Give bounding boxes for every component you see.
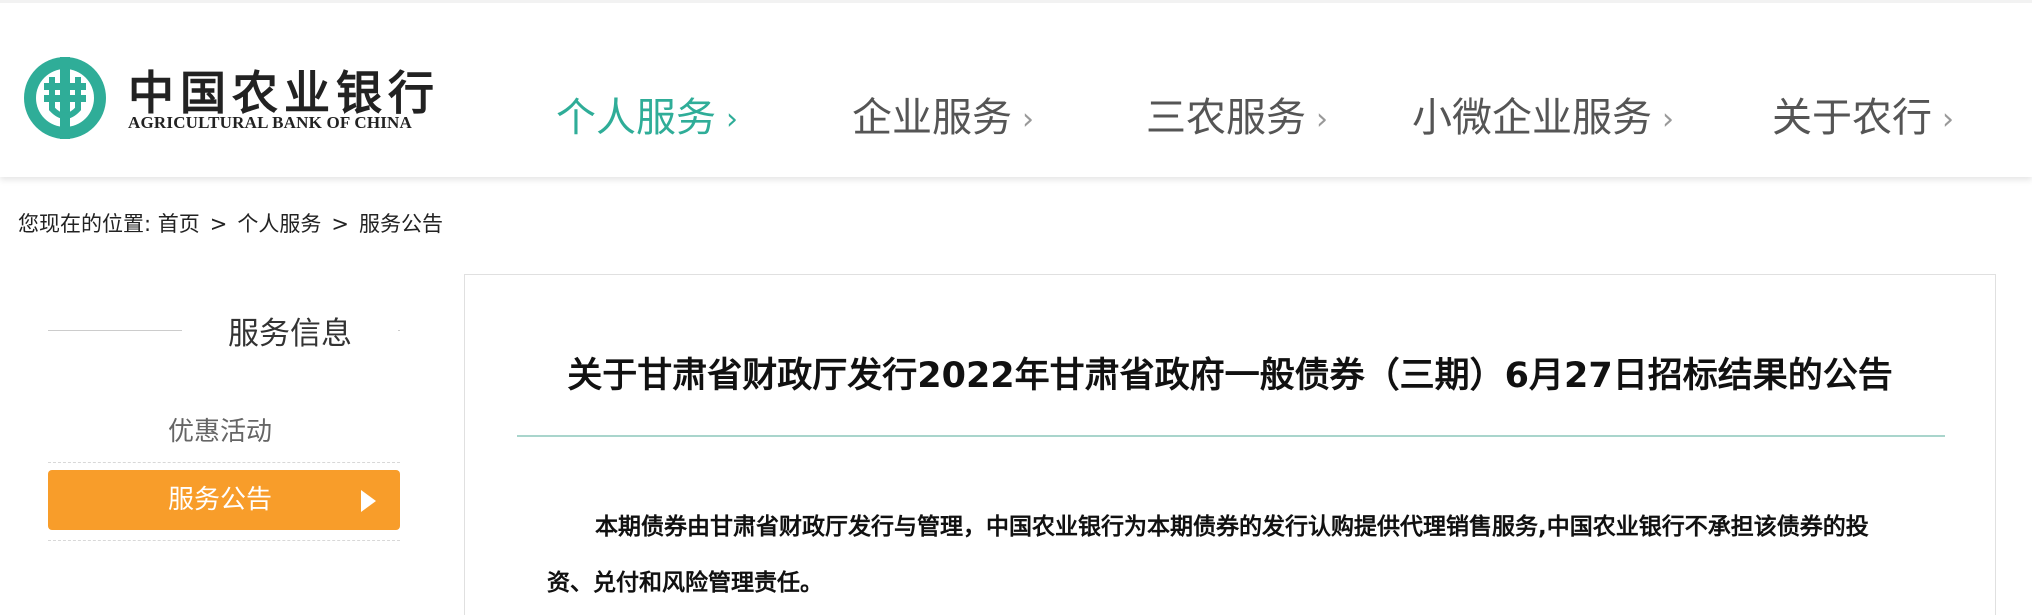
bank-logo[interactable]: 中国农业银行 AGRICULTURAL BANK OF CHINA	[20, 51, 460, 141]
divider	[48, 330, 182, 331]
play-arrow-icon	[361, 490, 376, 512]
nav-label: 小微企业服务	[1412, 95, 1652, 141]
title-divider	[517, 435, 1945, 437]
abc-logo-icon	[24, 57, 106, 139]
article-panel: 关于甘肃省财政厅发行2022年甘肃省政府一般债券（三期）6月27日招标结果的公告…	[464, 274, 1996, 615]
nav-label: 企业服务	[852, 95, 1012, 141]
nav-label: 个人服务	[556, 95, 716, 141]
sidebar-item-service-notices[interactable]: 服务公告	[48, 470, 400, 530]
sidebar: 服务信息 优惠活动 服务公告	[48, 304, 400, 541]
article-title: 关于甘肃省财政厅发行2022年甘肃省政府一般债券（三期）6月27日招标结果的公告	[567, 356, 1893, 396]
logo-english-name: AGRICULTURAL BANK OF CHINA	[128, 113, 413, 132]
sidebar-item-promotions[interactable]: 优惠活动	[48, 402, 400, 463]
site-header: 中国农业银行 AGRICULTURAL BANK OF CHINA 个人服务 › …	[0, 0, 2032, 177]
breadcrumb-separator: >	[209, 212, 228, 236]
breadcrumb-personal-services[interactable]: 个人服务	[237, 212, 321, 236]
sidebar-title: 服务信息	[228, 316, 352, 352]
nav-label: 三农服务	[1146, 95, 1306, 141]
nav-personal-services[interactable]: 个人服务 ›	[556, 91, 738, 147]
sidebar-item-label: 优惠活动	[168, 417, 273, 447]
nav-agriculture-services[interactable]: 三农服务 ›	[1146, 91, 1328, 147]
nav-label: 关于农行	[1772, 95, 1932, 141]
chevron-right-icon: ›	[1022, 102, 1034, 137]
nav-about-abc[interactable]: 关于农行 ›	[1772, 91, 1954, 147]
divider	[398, 330, 400, 331]
chevron-right-icon: ›	[726, 102, 738, 137]
article-paragraph: 本期债券由甘肃省财政厅发行与管理，中国农业银行为本期债券的发行认购提供代理销售服…	[547, 514, 1869, 596]
chevron-right-icon: ›	[1942, 102, 1954, 137]
nav-small-business-services[interactable]: 小微企业服务 ›	[1412, 91, 1674, 147]
chevron-right-icon: ›	[1316, 102, 1328, 137]
nav-corporate-services[interactable]: 企业服务 ›	[852, 91, 1034, 147]
chevron-right-icon: ›	[1662, 102, 1674, 137]
breadcrumb-current: 服务公告	[358, 212, 443, 236]
breadcrumb: 您现在的位置: 首页 > 个人服务 > 服务公告	[18, 208, 443, 238]
sidebar-item-label: 服务公告	[168, 485, 273, 515]
breadcrumb-home[interactable]: 首页	[158, 212, 200, 236]
divider	[48, 540, 400, 541]
breadcrumb-prefix: 您现在的位置:	[18, 212, 152, 236]
breadcrumb-separator: >	[331, 212, 349, 236]
sidebar-header: 服务信息	[48, 304, 400, 364]
